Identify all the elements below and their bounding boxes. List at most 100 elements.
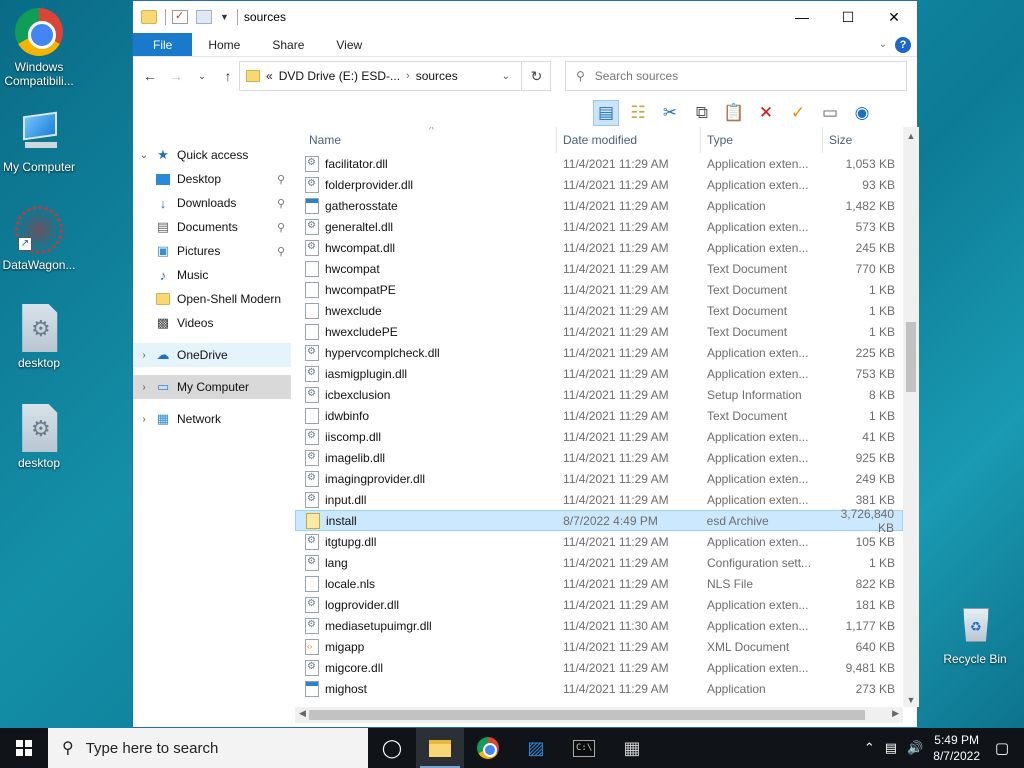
tab-share[interactable]: Share: [256, 33, 320, 56]
file-row[interactable]: iiscomp.dll 11/4/2021 11:29 AM Application…: [295, 426, 903, 447]
tab-home[interactable]: Home: [192, 33, 256, 56]
refresh-button[interactable]: ↻: [521, 61, 551, 91]
scroll-thumb[interactable]: [309, 710, 865, 720]
breadcrumb-drive[interactable]: DVD Drive (E:) ESD-...: [279, 69, 400, 83]
desktop-icon-desktop-1[interactable]: desktop: [0, 304, 81, 370]
file-row[interactable]: input.dll 11/4/2021 11:29 AM Application e…: [295, 489, 903, 510]
pin-icon[interactable]: ⚲: [277, 245, 285, 258]
recent-locations-icon[interactable]: ⌄: [191, 65, 213, 87]
file-row[interactable]: lang 11/4/2021 11:29 AM Configuration sett…: [295, 552, 903, 573]
search-box[interactable]: ⚲ Search sources: [565, 61, 907, 91]
taskbar-search-input[interactable]: Type here to search: [86, 740, 219, 757]
taskbar-file-explorer[interactable]: [416, 728, 464, 768]
file-row[interactable]: iasmigplugin.dll 11/4/2021 11:29 AM Applic…: [295, 363, 903, 384]
column-date-modified[interactable]: Date modified: [557, 127, 701, 153]
nav-open-shell[interactable]: Open-Shell Modern: [133, 287, 291, 311]
pin-icon[interactable]: ⚲: [277, 197, 285, 210]
file-row[interactable]: imagingprovider.dll 11/4/2021 11:29 AM App…: [295, 468, 903, 489]
nav-onedrive[interactable]: › ☁ OneDrive: [133, 343, 291, 367]
chevron-right-icon[interactable]: ›: [406, 70, 410, 82]
nav-downloads[interactable]: ↓ Downloads ⚲: [133, 191, 291, 215]
maximize-button[interactable]: ☐: [825, 1, 871, 33]
file-row[interactable]: migcore.dll 11/4/2021 11:29 AM Application…: [295, 657, 903, 678]
pin-icon[interactable]: ⚲: [277, 173, 285, 186]
file-row[interactable]: hwexcludePE 11/4/2021 11:29 AM Text Docume…: [295, 321, 903, 342]
scroll-thumb[interactable]: [906, 322, 916, 392]
nav-documents[interactable]: ▤ Documents ⚲: [133, 215, 291, 239]
nav-videos[interactable]: ▩ Videos: [133, 311, 291, 335]
chevron-right-icon[interactable]: ›: [133, 414, 155, 425]
new-folder-icon[interactable]: [196, 10, 212, 24]
nav-network[interactable]: › ▦ Network: [133, 407, 291, 431]
desktop-icon-datawagon[interactable]: ↗ DataWagon...: [0, 206, 81, 272]
address-bar[interactable]: « DVD Drive (E:) ESD-... › sources ⌄: [239, 61, 551, 91]
properties-pane-icon[interactable]: ☷: [625, 100, 651, 126]
copy-icon[interactable]: ⧉: [689, 100, 715, 126]
properties-icon[interactable]: [172, 9, 188, 24]
paste-icon[interactable]: 📋: [721, 100, 747, 126]
desktop-icon-desktop-2[interactable]: desktop: [0, 404, 81, 470]
address-dropdown-icon[interactable]: ⌄: [502, 71, 510, 82]
file-row[interactable]: folderprovider.dll 11/4/2021 11:29 AM Appl…: [295, 174, 903, 195]
desktop-icon-recycle-bin[interactable]: ♻ Recycle Bin: [933, 600, 1017, 666]
search-input[interactable]: Search sources: [595, 69, 678, 83]
quick-access-dropdown-icon[interactable]: ▼: [220, 12, 229, 22]
chevron-right-icon[interactable]: ›: [133, 350, 155, 361]
scroll-up-icon[interactable]: ▲: [903, 131, 919, 141]
nav-pictures[interactable]: ▣ Pictures ⚲: [133, 239, 291, 263]
notification-icon[interactable]: ▢: [980, 728, 1024, 768]
file-row[interactable]: hwcompatPE 11/4/2021 11:29 AM Text Documen…: [295, 279, 903, 300]
chevron-down-icon[interactable]: ⌄: [133, 150, 155, 161]
taskbar-package[interactable]: ▦: [608, 728, 656, 768]
start-button[interactable]: [0, 728, 48, 768]
file-row[interactable]: facilitator.dll 11/4/2021 11:29 AM Applica…: [295, 153, 903, 174]
column-size[interactable]: Size: [823, 127, 903, 153]
cut-icon[interactable]: ✂: [657, 100, 683, 126]
volume-icon[interactable]: 🔊: [907, 740, 923, 756]
taskbar-cmd[interactable]: C:\: [560, 728, 608, 768]
scroll-down-icon[interactable]: ▼: [903, 695, 919, 705]
rename-icon[interactable]: ▭: [817, 100, 843, 126]
column-type[interactable]: Type: [701, 127, 823, 153]
file-row[interactable]: gatherosstate 11/4/2021 11:29 AM Applicati…: [295, 195, 903, 216]
file-row[interactable]: icbexclusion 11/4/2021 11:29 AM Setup Info…: [295, 384, 903, 405]
chevron-up-icon[interactable]: ⌃: [864, 740, 875, 756]
network-icon[interactable]: ▤: [885, 740, 897, 756]
taskbar-search[interactable]: ⚲ Type here to search: [48, 728, 368, 768]
navigation-pane-icon[interactable]: ▤: [593, 100, 619, 126]
help-icon[interactable]: ?: [895, 37, 911, 53]
nav-music[interactable]: ♪ Music: [133, 263, 291, 287]
breadcrumb-sources[interactable]: sources: [416, 69, 458, 83]
globe-icon[interactable]: ◉: [849, 100, 875, 126]
file-row[interactable]: logprovider.dll 11/4/2021 11:29 AM Applica…: [295, 594, 903, 615]
delete-icon[interactable]: ✕: [753, 100, 779, 126]
close-button[interactable]: ✕: [871, 1, 917, 33]
expand-ribbon-icon[interactable]: ⌄: [871, 33, 895, 56]
clock[interactable]: 5:49 PM 8/7/2022: [933, 732, 980, 764]
tab-view[interactable]: View: [320, 33, 378, 56]
address-overflow[interactable]: «: [266, 69, 273, 83]
scroll-right-icon[interactable]: ▶: [892, 708, 899, 719]
file-row[interactable]: hwexclude 11/4/2021 11:29 AM Text Document…: [295, 300, 903, 321]
taskbar-chrome[interactable]: [464, 728, 512, 768]
back-button[interactable]: ←: [139, 65, 161, 87]
horizontal-scrollbar[interactable]: ◀ ▶: [295, 707, 903, 723]
file-row[interactable]: imagelib.dll 11/4/2021 11:29 AM Applicatio…: [295, 447, 903, 468]
nav-my-computer[interactable]: › ▭ My Computer: [133, 375, 291, 399]
tab-file[interactable]: File: [133, 33, 193, 56]
file-row[interactable]: migapp 11/4/2021 11:29 AM XML Document 640 …: [295, 636, 903, 657]
file-row[interactable]: mighost 11/4/2021 11:29 AM Application 273 …: [295, 678, 903, 699]
file-row[interactable]: idwbinfo 11/4/2021 11:29 AM Text Document 1…: [295, 405, 903, 426]
taskbar-app-blue[interactable]: ▨: [512, 728, 560, 768]
vertical-scrollbar[interactable]: ▲ ▼: [903, 127, 919, 707]
chevron-right-icon[interactable]: ›: [133, 382, 155, 393]
scroll-left-icon[interactable]: ◀: [299, 708, 306, 719]
nav-quick-access[interactable]: ⌄ ★ Quick access: [133, 143, 291, 167]
desktop-icon-my-computer[interactable]: My Computer: [0, 108, 81, 174]
file-row[interactable]: hypervcomplcheck.dll 11/4/2021 11:29 AM Ap…: [295, 342, 903, 363]
file-row[interactable]: itgtupg.dll 11/4/2021 11:29 AM Application…: [295, 531, 903, 552]
file-row[interactable]: hwcompat 11/4/2021 11:29 AM Text Document 7…: [295, 258, 903, 279]
minimize-button[interactable]: —: [779, 1, 825, 33]
column-name[interactable]: Name: [295, 127, 557, 153]
file-row[interactable]: generaltel.dll 11/4/2021 11:29 AM Applicat…: [295, 216, 903, 237]
